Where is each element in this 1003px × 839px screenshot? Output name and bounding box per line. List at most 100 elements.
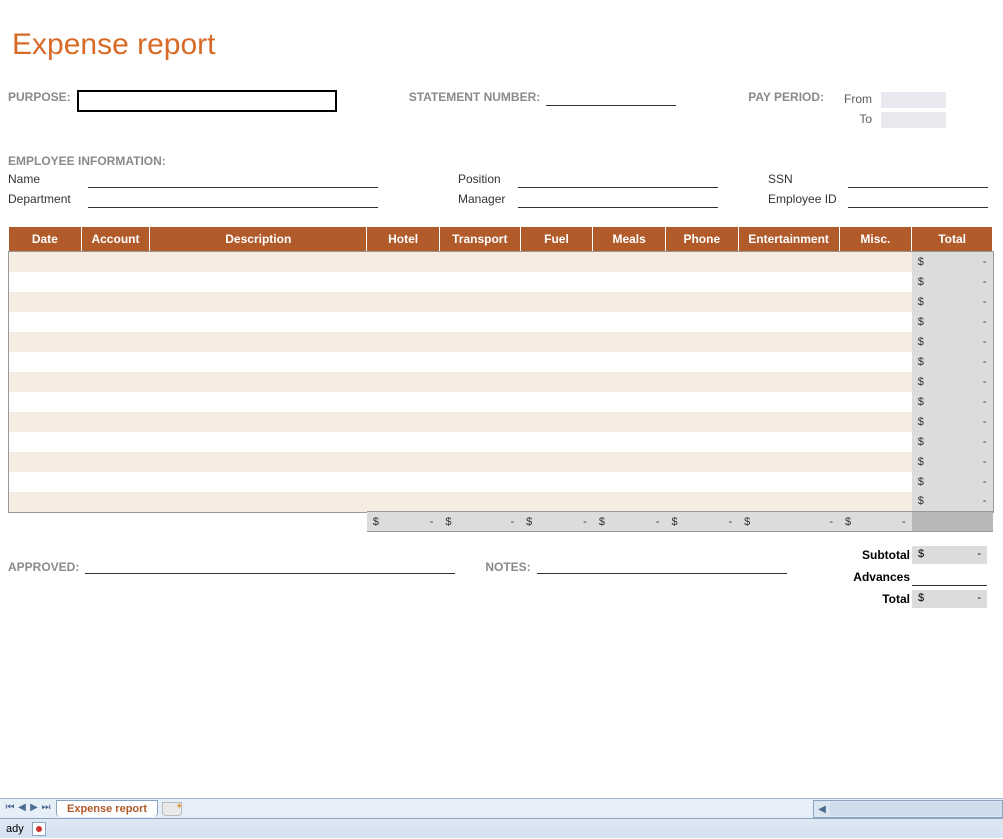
table-cell[interactable]: $- [912, 452, 993, 472]
table-cell[interactable] [81, 432, 150, 452]
table-cell[interactable]: $- [912, 472, 993, 492]
table-cell[interactable] [593, 252, 666, 272]
department-input[interactable] [88, 192, 378, 208]
table-cell[interactable] [738, 272, 839, 292]
table-cell[interactable] [665, 352, 738, 372]
table-cell[interactable] [367, 272, 440, 292]
new-sheet-button[interactable] [162, 802, 182, 816]
table-cell[interactable] [150, 372, 367, 392]
table-cell[interactable]: $- [912, 332, 993, 352]
table-cell[interactable]: $- [912, 292, 993, 312]
name-input[interactable] [88, 172, 378, 188]
table-cell[interactable] [9, 372, 82, 392]
table-cell[interactable] [665, 292, 738, 312]
table-cell[interactable] [839, 332, 912, 352]
table-row[interactable]: $- [9, 392, 993, 412]
table-cell[interactable] [439, 252, 520, 272]
table-row[interactable]: $- [9, 412, 993, 432]
table-cell[interactable] [520, 332, 593, 352]
table-cell[interactable] [439, 292, 520, 312]
table-cell[interactable] [593, 372, 666, 392]
table-cell[interactable] [665, 252, 738, 272]
table-cell[interactable] [367, 252, 440, 272]
table-cell[interactable]: $- [912, 432, 993, 452]
table-row[interactable]: $- [9, 452, 993, 472]
table-cell[interactable] [520, 312, 593, 332]
table-cell[interactable] [81, 252, 150, 272]
table-cell[interactable] [367, 372, 440, 392]
table-cell[interactable] [665, 332, 738, 352]
table-cell[interactable] [367, 432, 440, 452]
table-cell[interactable] [439, 392, 520, 412]
statement-number-input[interactable] [546, 90, 676, 106]
table-cell[interactable] [439, 312, 520, 332]
table-cell[interactable] [593, 312, 666, 332]
table-cell[interactable] [665, 312, 738, 332]
macro-record-icon[interactable] [32, 822, 46, 836]
manager-input[interactable] [518, 192, 718, 208]
sheet-tab-expense-report[interactable]: Expense report [56, 800, 158, 817]
table-row[interactable]: $- [9, 432, 993, 452]
table-cell[interactable] [839, 312, 912, 332]
table-cell[interactable] [367, 392, 440, 412]
table-cell[interactable] [593, 432, 666, 452]
table-cell[interactable] [439, 372, 520, 392]
table-row[interactable]: $- [9, 352, 993, 372]
tab-nav-last[interactable]: ⏭ [40, 802, 52, 816]
ssn-input[interactable] [848, 172, 988, 188]
table-cell[interactable] [839, 432, 912, 452]
table-cell[interactable] [367, 412, 440, 432]
table-cell[interactable] [520, 432, 593, 452]
advances-input[interactable] [912, 568, 987, 586]
table-cell[interactable] [81, 412, 150, 432]
table-cell[interactable] [9, 312, 82, 332]
table-cell[interactable] [439, 352, 520, 372]
table-cell[interactable] [593, 352, 666, 372]
table-cell[interactable] [81, 452, 150, 472]
pay-period-from-input[interactable] [881, 92, 946, 108]
table-cell[interactable] [81, 352, 150, 372]
table-cell[interactable] [9, 332, 82, 352]
table-cell[interactable] [593, 412, 666, 432]
table-cell[interactable] [81, 292, 150, 312]
table-cell[interactable] [839, 472, 912, 492]
table-cell[interactable]: $- [912, 412, 993, 432]
tab-nav-first[interactable]: ⏮ [4, 802, 16, 816]
table-cell[interactable] [839, 252, 912, 272]
table-row[interactable]: $- [9, 272, 993, 292]
table-cell[interactable] [665, 452, 738, 472]
table-cell[interactable] [520, 452, 593, 472]
scroll-left-arrow[interactable]: ◀ [814, 804, 830, 815]
table-cell[interactable] [150, 492, 367, 512]
table-cell[interactable] [593, 392, 666, 412]
table-cell[interactable] [593, 472, 666, 492]
table-cell[interactable] [520, 492, 593, 512]
employee-id-input[interactable] [848, 192, 988, 208]
table-cell[interactable] [150, 252, 367, 272]
table-cell[interactable] [150, 392, 367, 412]
table-cell[interactable] [81, 472, 150, 492]
table-cell[interactable] [839, 452, 912, 472]
table-cell[interactable] [738, 312, 839, 332]
table-cell[interactable] [9, 352, 82, 372]
table-cell[interactable] [593, 332, 666, 352]
tab-nav-next[interactable]: ▶ [28, 802, 40, 816]
table-cell[interactable] [839, 372, 912, 392]
approved-input[interactable] [85, 558, 455, 574]
table-cell[interactable] [367, 292, 440, 312]
table-cell[interactable] [150, 272, 367, 292]
table-cell[interactable] [367, 332, 440, 352]
table-cell[interactable] [839, 272, 912, 292]
table-cell[interactable] [738, 492, 839, 512]
table-cell[interactable] [439, 332, 520, 352]
table-cell[interactable] [81, 372, 150, 392]
table-cell[interactable]: $- [912, 492, 993, 512]
table-cell[interactable] [9, 252, 82, 272]
table-cell[interactable] [81, 392, 150, 412]
table-cell[interactable] [367, 492, 440, 512]
table-cell[interactable] [738, 372, 839, 392]
table-cell[interactable]: $- [912, 252, 993, 272]
table-row[interactable]: $- [9, 252, 993, 272]
table-cell[interactable] [593, 492, 666, 512]
table-cell[interactable] [150, 412, 367, 432]
